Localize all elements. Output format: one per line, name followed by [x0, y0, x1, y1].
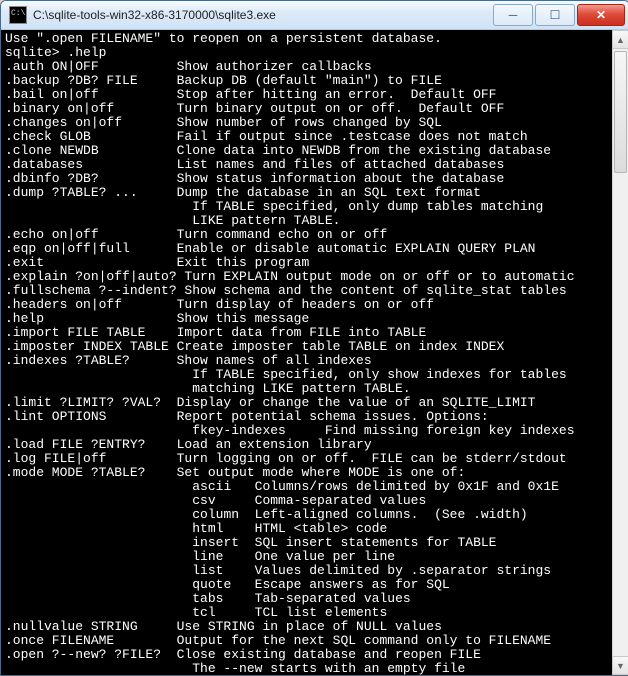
window-buttons: ─ ☐ ✕ — [491, 4, 625, 26]
minimize-button[interactable]: ─ — [493, 4, 533, 26]
close-button[interactable]: ✕ — [577, 4, 625, 26]
app-window: C:\sqlite-tools-win32-x86-3170000\sqlite… — [0, 0, 628, 676]
app-icon — [9, 6, 27, 24]
client-area: Use ".open FILENAME" to reopen on a pers… — [1, 30, 628, 675]
scroll-thumb[interactable] — [614, 51, 627, 173]
vertical-scrollbar[interactable]: ▲ ▼ — [612, 30, 628, 675]
console-output[interactable]: Use ".open FILENAME" to reopen on a pers… — [1, 30, 612, 675]
maximize-button[interactable]: ☐ — [535, 4, 575, 26]
scroll-up-button[interactable]: ▲ — [612, 30, 628, 49]
titlebar[interactable]: C:\sqlite-tools-win32-x86-3170000\sqlite… — [1, 1, 628, 30]
window-title: C:\sqlite-tools-win32-x86-3170000\sqlite… — [33, 8, 491, 22]
scroll-down-button[interactable]: ▼ — [612, 656, 628, 675]
scroll-track[interactable] — [612, 49, 628, 656]
